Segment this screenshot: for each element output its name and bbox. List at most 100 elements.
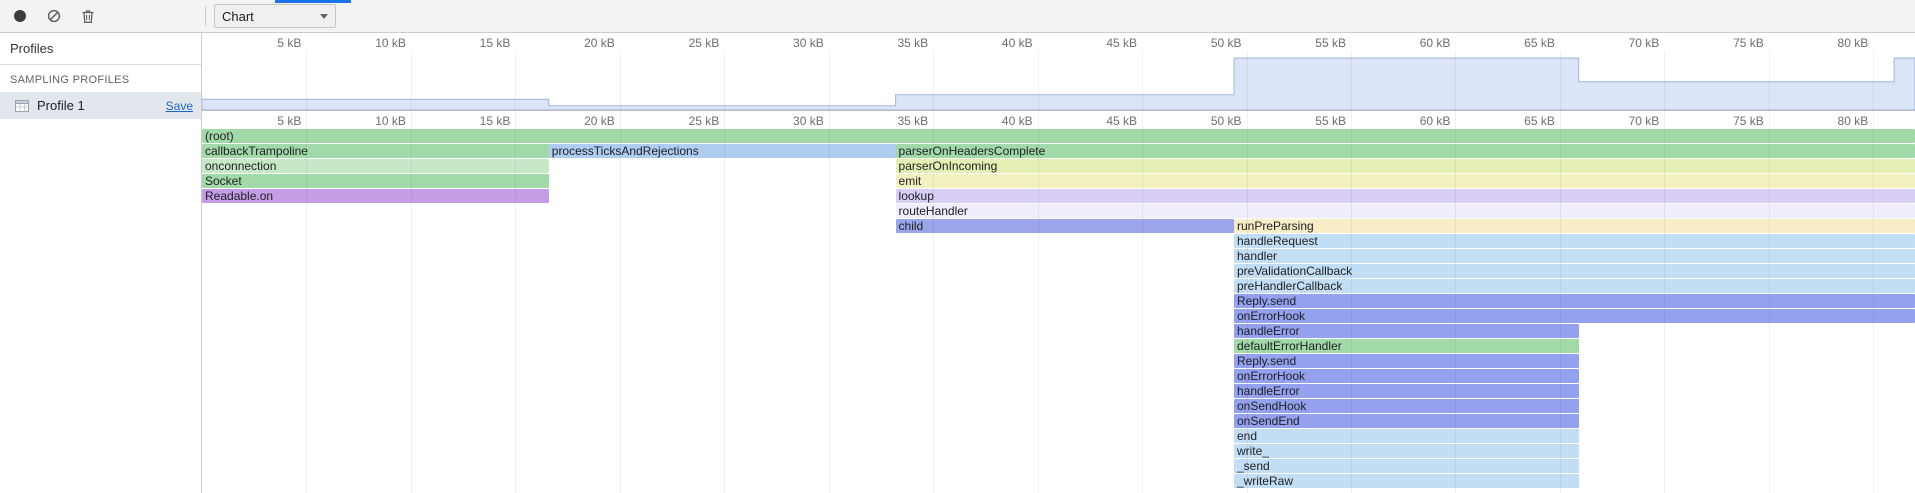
flame-frame[interactable]: write_: [1234, 444, 1579, 458]
flame-chart: (root)callbackTrampolineprocessTicksAndR…: [202, 129, 1915, 489]
axis-tick-label: 60 kB: [1420, 114, 1451, 128]
flame-row: onErrorHook: [202, 369, 1915, 384]
flame-frame-label: handler: [1234, 249, 1915, 263]
profile-item[interactable]: Profile 1 Save: [0, 92, 201, 119]
axis-tick-label: 30 kB: [793, 114, 824, 128]
flame-frame[interactable]: onSendEnd: [1234, 414, 1579, 428]
flame-frame[interactable]: (root): [202, 129, 1915, 143]
flame-frame[interactable]: emit: [896, 174, 1915, 188]
view-select-value: Chart: [222, 9, 320, 24]
axis-tick-label: 50 kB: [1211, 114, 1242, 128]
flame-row: onSendHook: [202, 399, 1915, 414]
view-select[interactable]: Chart: [214, 4, 336, 28]
flame-frame[interactable]: preValidationCallback: [1234, 264, 1915, 278]
flame-frame-label: (root): [202, 129, 1915, 143]
flame-frame[interactable]: Socket: [202, 174, 549, 188]
flame-frame-label: _writeRaw: [1234, 474, 1579, 488]
flame-frame[interactable]: processTicksAndRejections: [549, 144, 896, 158]
ruler-bottom: 5 kB10 kB15 kB20 kB25 kB30 kB35 kB40 kB4…: [202, 111, 1915, 129]
flame-frame[interactable]: Reply.send: [1234, 294, 1915, 308]
trash-icon: [81, 9, 95, 24]
profile-icon: [14, 98, 30, 114]
axis-tick-label: 70 kB: [1629, 36, 1660, 50]
flame-row: childrunPreParsing: [202, 219, 1915, 234]
flame-row: preValidationCallback: [202, 264, 1915, 279]
flame-row: handler: [202, 249, 1915, 264]
flame-frame-label: onErrorHook: [1234, 369, 1579, 383]
chart-area: 5 kB10 kB15 kB20 kB25 kB30 kB35 kB40 kB4…: [202, 51, 1915, 493]
save-link[interactable]: Save: [166, 99, 193, 113]
flame-frame[interactable]: Reply.send: [1234, 354, 1579, 368]
flame-frame[interactable]: _writeRaw: [1234, 474, 1579, 488]
delete-profile-button[interactable]: [76, 4, 100, 28]
flame-frame[interactable]: handleRequest: [1234, 234, 1915, 248]
flame-frame-label: onSendHook: [1234, 399, 1579, 413]
flame-frame[interactable]: parserOnHeadersComplete: [896, 144, 1915, 158]
flame-row: write_: [202, 444, 1915, 459]
flame-row: _writeRaw: [202, 474, 1915, 489]
flame-frame[interactable]: defaultErrorHandler: [1234, 339, 1579, 353]
chart-pane: 5 kB10 kB15 kB20 kB25 kB30 kB35 kB40 kB4…: [202, 33, 1915, 493]
flame-frame[interactable]: onErrorHook: [1234, 369, 1579, 383]
flame-frame-label: parserOnHeadersComplete: [896, 144, 1915, 158]
flame-row: preHandlerCallback: [202, 279, 1915, 294]
toolbar-separator: [205, 6, 206, 26]
axis-tick-label: 15 kB: [480, 36, 511, 50]
flame-row: Readable.on lookup: [202, 189, 1915, 204]
flame-frame[interactable]: Readable.on: [202, 189, 549, 203]
flame-frame-label: preValidationCallback: [1234, 264, 1915, 278]
axis-tick-label: 20 kB: [584, 114, 615, 128]
flame-frame-label: lookup: [896, 189, 1915, 203]
flame-frame[interactable]: handleError: [1234, 384, 1579, 398]
flame-frame[interactable]: callbackTrampoline: [202, 144, 549, 158]
clear-all-profiles-button[interactable]: [42, 4, 66, 28]
flame-row: end: [202, 429, 1915, 444]
flame-frame[interactable]: lookup: [896, 189, 1915, 203]
flame-frame[interactable]: handler: [1234, 249, 1915, 263]
axis-tick-label: 5 kB: [277, 36, 301, 50]
flame-frame[interactable]: child: [896, 219, 1234, 233]
flame-frame[interactable]: routeHandler: [896, 204, 1915, 218]
axis-tick-label: 70 kB: [1629, 114, 1660, 128]
flame-frame[interactable]: onconnection: [202, 159, 549, 173]
sidebar: Profiles SAMPLING PROFILES Profile 1 Sav…: [0, 33, 202, 493]
flame-frame[interactable]: end: [1234, 429, 1579, 443]
axis-tick-label: 10 kB: [375, 36, 406, 50]
axis-tick-label: 10 kB: [375, 114, 406, 128]
flame-frame[interactable]: onErrorHook: [1234, 309, 1915, 323]
flame-row: onconnection parserOnIncoming: [202, 159, 1915, 174]
flame-frame-label: _send: [1234, 459, 1579, 473]
axis-tick-label: 5 kB: [277, 114, 301, 128]
flame-frame-label: child: [896, 219, 1234, 233]
ruler-top: 5 kB10 kB15 kB20 kB25 kB30 kB35 kB40 kB4…: [202, 33, 1915, 51]
axis-tick-label: 20 kB: [584, 36, 615, 50]
flame-frame[interactable]: _send: [1234, 459, 1579, 473]
flame-frame-label: routeHandler: [896, 204, 1915, 218]
flame-frame-label: Reply.send: [1234, 354, 1579, 368]
axis-tick-label: 50 kB: [1211, 36, 1242, 50]
axis-tick-label: 15 kB: [480, 114, 511, 128]
chevron-down-icon: [320, 14, 328, 19]
record-button[interactable]: [8, 4, 32, 28]
flame-frame-label: handleError: [1234, 384, 1579, 398]
flame-frame[interactable]: parserOnIncoming: [896, 159, 1915, 173]
flame-frame-label: Readable.on: [202, 189, 549, 203]
flame-frame[interactable]: runPreParsing: [1234, 219, 1915, 233]
axis-tick-label: 40 kB: [1002, 36, 1033, 50]
flame-frame[interactable]: preHandlerCallback: [1234, 279, 1915, 293]
axis-tick-label: 65 kB: [1524, 114, 1555, 128]
axis-tick-label: 60 kB: [1420, 36, 1451, 50]
flame-frame-label: callbackTrampoline: [202, 144, 549, 158]
axis-tick-label: 35 kB: [897, 114, 928, 128]
flame-frame[interactable]: onSendHook: [1234, 399, 1579, 413]
flame-frame-label: parserOnIncoming: [896, 159, 1915, 173]
flame-frame-label: preHandlerCallback: [1234, 279, 1915, 293]
overview[interactable]: [202, 51, 1915, 111]
flame-frame-label: handleRequest: [1234, 234, 1915, 248]
flame-row: _send: [202, 459, 1915, 474]
overview-graph: [202, 51, 1915, 110]
flame-frame-label: handleError: [1234, 324, 1579, 338]
flame-frame-label: runPreParsing: [1234, 219, 1915, 233]
flame-frame[interactable]: handleError: [1234, 324, 1579, 338]
axis-tick-label: 35 kB: [897, 36, 928, 50]
